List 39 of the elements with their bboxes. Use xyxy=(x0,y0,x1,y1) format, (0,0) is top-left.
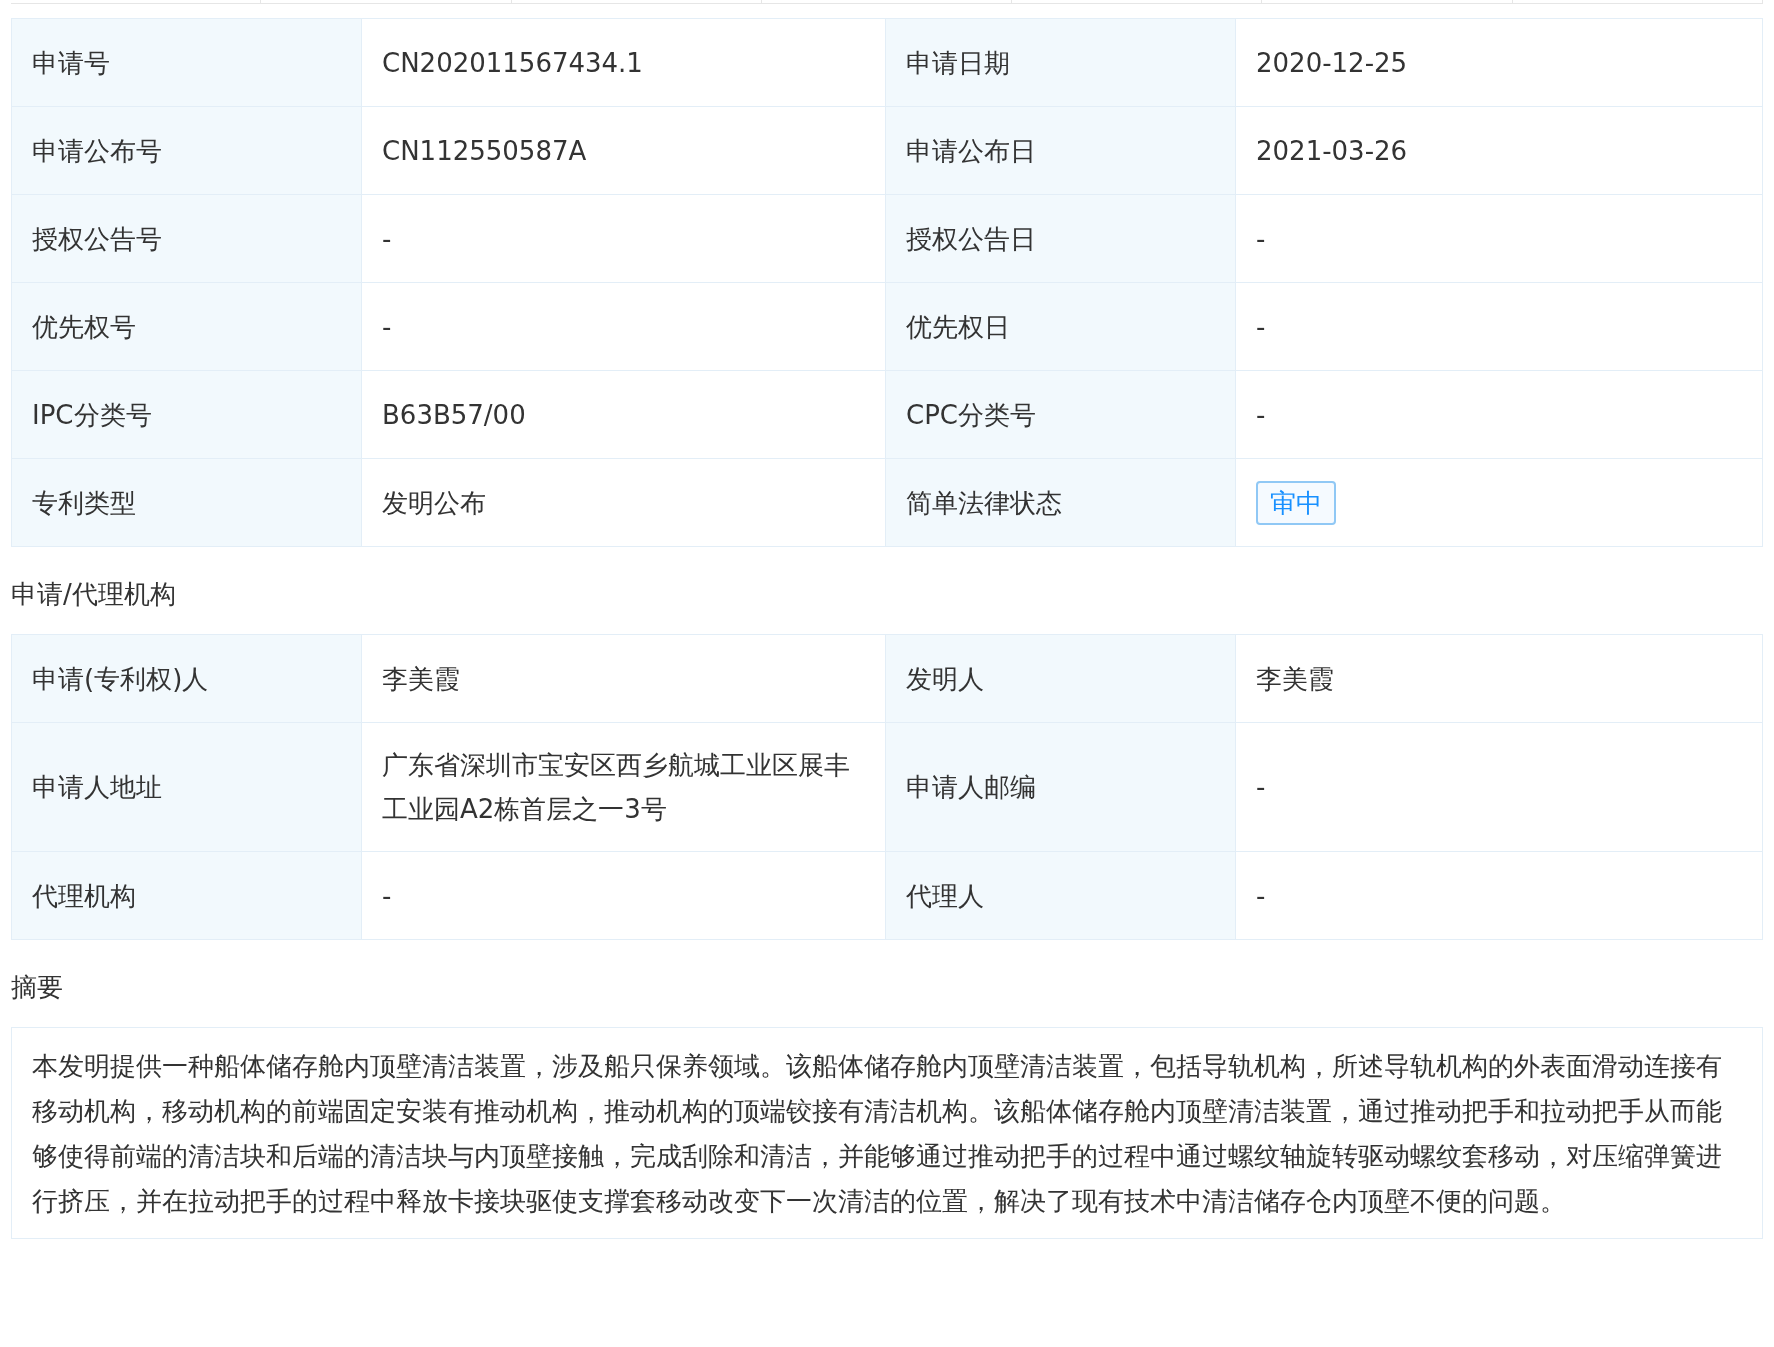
field-label: 专利类型 xyxy=(12,459,362,547)
field-value: - xyxy=(362,852,886,940)
field-label: 优先权号 xyxy=(12,283,362,371)
field-value: - xyxy=(1236,283,1763,371)
field-value: 2020-12-25 xyxy=(1236,19,1763,107)
field-label: 申请公布日 xyxy=(886,107,1236,195)
field-label: 简单法律状态 xyxy=(886,459,1236,547)
field-value: 李美霞 xyxy=(362,635,886,723)
field-label: CPC分类号 xyxy=(886,371,1236,459)
field-label: 授权公告日 xyxy=(886,195,1236,283)
field-label: 代理机构 xyxy=(12,852,362,940)
field-label: 申请(专利权)人 xyxy=(12,635,362,723)
field-label: 申请日期 xyxy=(886,19,1236,107)
field-value: 李美霞 xyxy=(1236,635,1763,723)
field-value: CN202011567434.1 xyxy=(362,19,886,107)
section-title: 申请/代理机构 xyxy=(11,578,177,611)
field-label: 申请号 xyxy=(12,19,362,107)
field-value: CN112550587A xyxy=(362,107,886,195)
field-label: 申请公布号 xyxy=(12,107,362,195)
field-value: - xyxy=(362,195,886,283)
field-value: 2021-03-26 xyxy=(1236,107,1763,195)
field-value: 发明公布 xyxy=(362,459,886,547)
status-badge: 审中 xyxy=(1256,480,1336,525)
field-label: 申请人邮编 xyxy=(886,723,1236,852)
field-label: 申请人地址 xyxy=(12,723,362,852)
field-label: 代理人 xyxy=(886,852,1236,940)
field-label: 发明人 xyxy=(886,635,1236,723)
field-value: B63B57/00 xyxy=(362,371,886,459)
field-value: - xyxy=(1236,195,1763,283)
field-value: 广东省深圳市宝安区西乡航城工业区展丰工业园A2栋首层之一3号 xyxy=(362,723,886,852)
field-value: - xyxy=(1236,371,1763,459)
field-label: 授权公告号 xyxy=(12,195,362,283)
field-value: - xyxy=(1236,852,1763,940)
field-value: - xyxy=(362,283,886,371)
field-label: IPC分类号 xyxy=(12,371,362,459)
section-title: 摘要 xyxy=(11,971,64,1004)
abstract-text: 本发明提供一种船体储存舱内顶壁清洁装置，涉及船只保养领域。该船体储存舱内顶壁清洁装置，包括导轨机构，所述导轨机构的外表面滑动连接有移动机构，移动机构的前端固定安装有推动机构，推动机构的顶端铰接有清洁机构。该船体储存舱内顶壁清洁装置，通过推动把手和拉动把手从而能够使得前端的清洁块和后端的清洁块与内顶壁接触，完成刮除和清洁，并能够通过推动把手的过程中通过螺纹轴旋转驱动螺纹套移动，对压缩弹簧进行挤压，并在拉动把手的过程中释放卡接块驱使支撑套移动改变下一次清洁的位置，解决了现有技术中清洁储存仓内顶壁不便的问题。 xyxy=(11,1027,1763,1239)
field-value: - xyxy=(1236,723,1763,852)
field-label: 优先权日 xyxy=(886,283,1236,371)
